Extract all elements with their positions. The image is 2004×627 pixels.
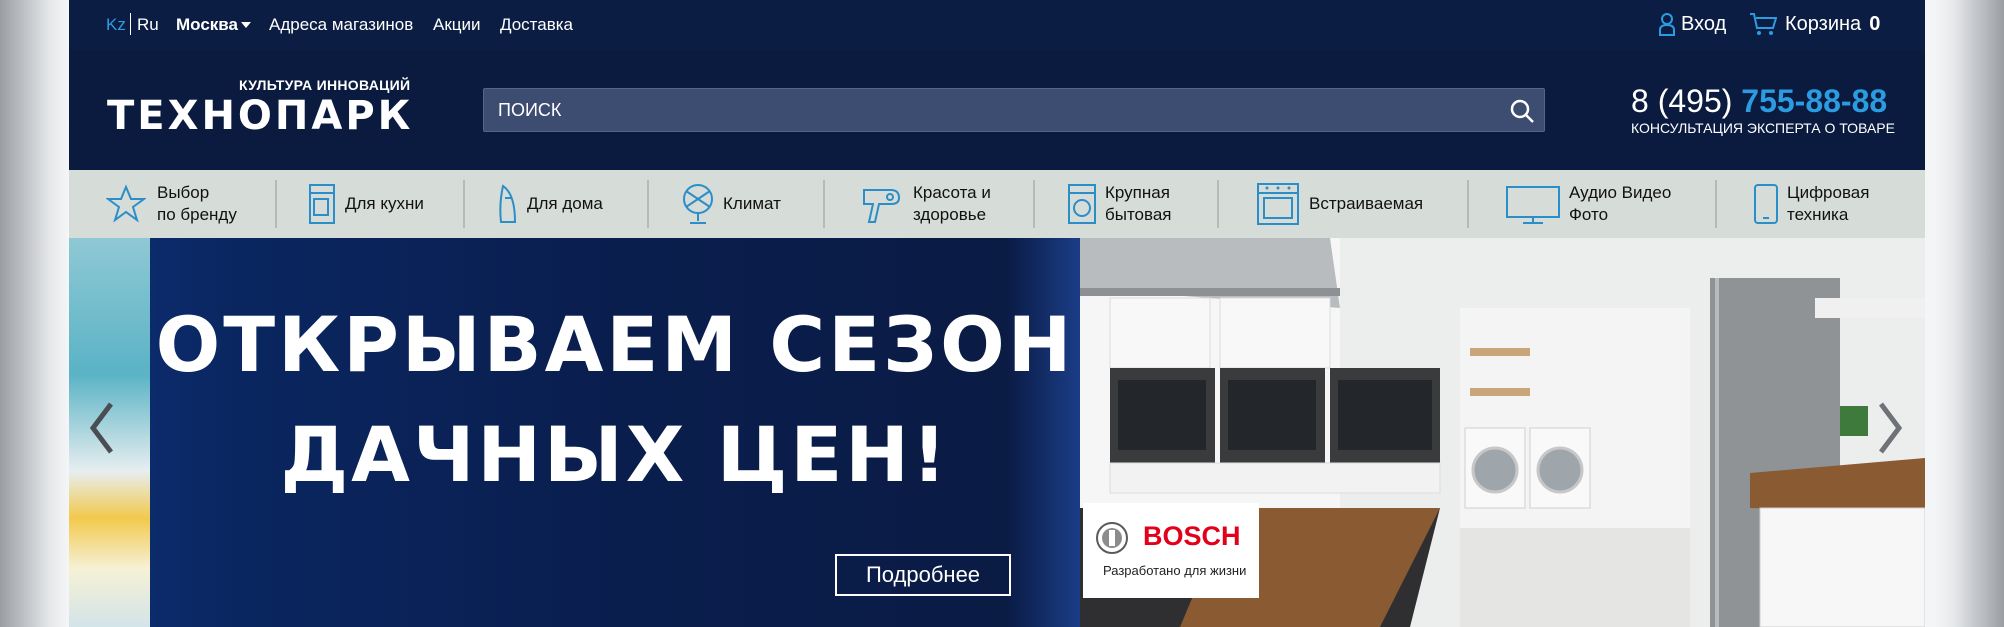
bosch-slogan: Разработано для жизни <box>1103 563 1247 578</box>
top-bar: Kz Ru Москва Адреса магазинов Акции Дост… <box>69 0 1925 50</box>
login-button[interactable]: Вход <box>1659 11 1726 37</box>
washing-machine-icon <box>1067 181 1097 227</box>
user-icon <box>1659 13 1675 36</box>
category-label: Выбор по бренду <box>157 183 237 224</box>
category-label: Аудио Видео Фото <box>1569 183 1672 224</box>
search-icon[interactable] <box>1508 97 1536 125</box>
tv-icon <box>1505 181 1561 227</box>
category-climate[interactable]: Климат <box>649 170 823 238</box>
page: Kz Ru Москва Адреса магазинов Акции Дост… <box>69 0 1925 627</box>
lang-divider <box>130 13 131 35</box>
category-digital[interactable]: Цифровая техника <box>1717 170 1897 238</box>
logo-text: ТЕХНОПАРК <box>107 93 414 139</box>
category-label: Для кухни <box>345 194 424 213</box>
more-button[interactable]: Подробнее <box>835 554 1011 596</box>
chevron-right-icon[interactable] <box>1869 398 1909 458</box>
coffee-maker-icon <box>307 181 337 227</box>
fan-icon <box>681 181 715 227</box>
login-label: Вход <box>1681 12 1727 35</box>
stores-link[interactable]: Адреса магазинов <box>269 15 413 35</box>
category-label: Для дома <box>527 194 603 213</box>
bosch-brand: BOSCH <box>1143 521 1241 551</box>
cart-button[interactable]: Корзина 0 <box>1749 11 1880 37</box>
category-label: Цифровая техника <box>1787 183 1870 224</box>
cart-icon <box>1750 13 1777 35</box>
city-selector[interactable]: Москва <box>176 15 238 35</box>
category-audio-video[interactable]: Аудио Видео Фото <box>1469 170 1715 238</box>
category-label: Крупная бытовая <box>1105 183 1172 224</box>
category-appliances[interactable]: Крупная бытовая <box>1035 170 1217 238</box>
category-label: Климат <box>723 194 781 213</box>
hair-dryer-icon <box>859 181 905 227</box>
chevron-left-icon[interactable] <box>83 398 123 458</box>
category-brand[interactable]: Выбор по бренду <box>69 170 275 238</box>
search-input[interactable] <box>484 89 1484 131</box>
phone-number[interactable]: 8 (495) 755-88-88 <box>1631 83 1887 120</box>
logo[interactable]: ТЕХНОПАРК <box>107 96 413 136</box>
phone-prefix: 8 (495) <box>1631 83 1733 119</box>
category-label: Встраиваемая <box>1309 194 1424 213</box>
category-home[interactable]: Для дома <box>465 170 647 238</box>
lang-ru-link[interactable]: Ru <box>137 15 159 35</box>
built-in-oven-icon <box>1255 181 1301 227</box>
star-icon <box>103 181 149 227</box>
cart-label: Корзина <box>1785 12 1862 35</box>
category-kitchen[interactable]: Для кухни <box>277 170 463 238</box>
bosch-badge: BOSCH Разработано для жизни <box>1083 503 1259 598</box>
promo-headline-line1: ОТКРЫВАЕМ СЕЗОН <box>155 300 1075 389</box>
category-nav: Выбор по бренду Для кухни Для дома Клима… <box>69 170 1925 238</box>
promo-headline-line2: ДАЧНЫХ ЦЕН! <box>280 410 950 499</box>
promotions-link[interactable]: Акции <box>433 15 481 35</box>
phone-caption: КОНСУЛЬТАЦИЯ ЭКСПЕРТА О ТОВАРЕ <box>1631 120 1895 136</box>
delivery-link[interactable]: Доставка <box>500 15 573 35</box>
category-beauty[interactable]: Красота и здоровье <box>825 170 1033 238</box>
cart-count: 0 <box>1869 12 1881 35</box>
header: КУЛЬТУРА ИННОВАЦИЙ ТЕХНОПАРК 8 (495) 755… <box>69 50 1925 170</box>
search-bar <box>483 88 1545 132</box>
category-label: Красота и здоровье <box>913 183 991 224</box>
promo-banner[interactable]: ОТКРЫВАЕМ СЕЗОН ДАЧНЫХ ЦЕН! Подробнее BO… <box>69 238 1925 627</box>
iron-icon <box>497 181 519 227</box>
caret-down-icon[interactable] <box>241 22 251 28</box>
smartphone-icon <box>1753 181 1779 227</box>
phone-main: 755-88-88 <box>1741 83 1888 119</box>
logo-tagline: КУЛЬТУРА ИННОВАЦИЙ <box>239 77 411 93</box>
category-built-in[interactable]: Встраиваемая <box>1219 170 1467 238</box>
lang-kz-link[interactable]: Kz <box>106 15 126 35</box>
bosch-logo-icon <box>1096 522 1128 554</box>
